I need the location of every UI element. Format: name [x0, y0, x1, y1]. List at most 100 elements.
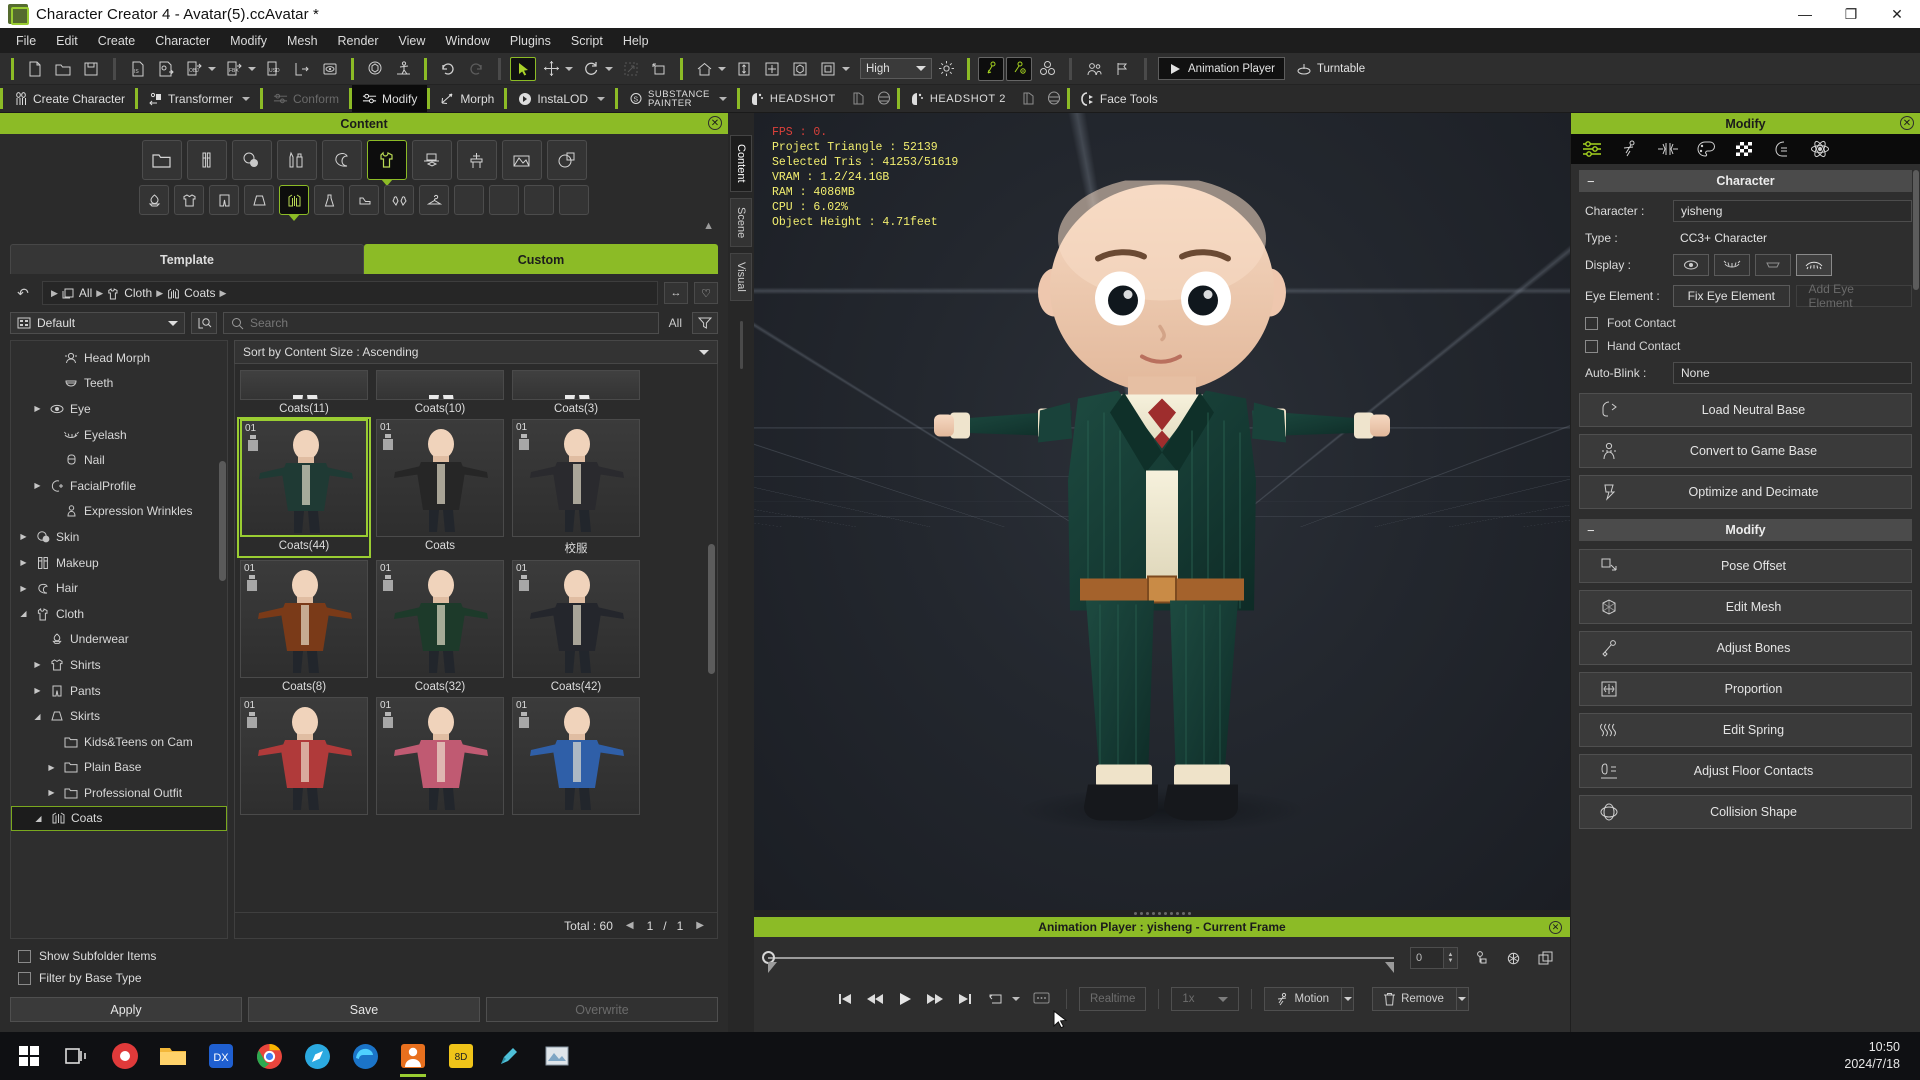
- edge-icon[interactable]: [342, 1034, 388, 1078]
- close-icon[interactable]: ✕: [1900, 116, 1914, 130]
- pose-transfer-icon[interactable]: [390, 57, 416, 81]
- tree-node-plain-base[interactable]: ▶ Plain Base: [11, 755, 227, 781]
- content-item[interactable]: 01 Coats(42): [511, 560, 641, 693]
- twisty-expanded-icon[interactable]: ◢: [17, 609, 30, 618]
- loop-button[interactable]: [982, 987, 1008, 1011]
- remove-button[interactable]: Remove: [1372, 987, 1469, 1011]
- chevron-down-icon[interactable]: [1012, 997, 1020, 1001]
- tab-physics[interactable]: [1802, 136, 1838, 162]
- tab-attribute[interactable]: [1574, 136, 1610, 162]
- dock-tab-visual[interactable]: Visual: [730, 253, 752, 301]
- tree-node-underwear[interactable]: Underwear: [11, 627, 227, 653]
- current-frame-field[interactable]: 0: [1410, 947, 1444, 969]
- chevron-down-icon[interactable]: [565, 67, 573, 71]
- twisty-expanded-icon[interactable]: ◢: [31, 712, 44, 721]
- module-tab-instalod[interactable]: InstaLOD: [507, 85, 615, 112]
- viewport-3d[interactable]: FPS : 0. Project Triangle : 52139 Selected…: [754, 113, 1570, 910]
- face-mesh-icon[interactable]: [1041, 85, 1067, 112]
- menu-view[interactable]: View: [389, 31, 436, 51]
- chevron-down-icon[interactable]: [208, 67, 216, 71]
- sub-dress-icon[interactable]: [314, 185, 344, 215]
- animation-player-button[interactable]: Animation Player: [1158, 57, 1285, 80]
- tab-template[interactable]: Template: [10, 244, 364, 274]
- people-icon[interactable]: [1081, 57, 1107, 81]
- favorite-icon[interactable]: ♡: [694, 282, 718, 304]
- tree-node-eye[interactable]: ▶ Eye: [11, 396, 227, 422]
- character-creator-icon[interactable]: [390, 1034, 436, 1078]
- lock-key-icon[interactable]: [1470, 947, 1492, 969]
- dock-tab-scene[interactable]: Scene: [730, 198, 752, 247]
- content-item[interactable]: Coats(3): [511, 370, 641, 415]
- tree-node-shirts[interactable]: ▶ Shirts: [11, 652, 227, 678]
- display-eye-icon[interactable]: [1673, 254, 1709, 276]
- cat-cosmetics-icon[interactable]: [277, 140, 317, 180]
- back-icon[interactable]: ↶: [10, 282, 36, 304]
- content-thumbnail[interactable]: 01: [512, 419, 640, 537]
- adjust-floor-contacts-button[interactable]: Adjust Floor Contacts: [1579, 754, 1912, 788]
- edit-spring-button[interactable]: Edit Spring: [1579, 713, 1912, 747]
- menu-mesh[interactable]: Mesh: [277, 31, 328, 51]
- cat-scene-icon[interactable]: [502, 140, 542, 180]
- step-forward-button[interactable]: [922, 987, 948, 1011]
- twisty-collapsed-icon[interactable]: ▶: [31, 481, 44, 490]
- tree-node-head-morph[interactable]: Head Morph: [11, 345, 227, 371]
- breadcrumb-coats[interactable]: Coats: [184, 286, 215, 300]
- cat-skin-icon[interactable]: [232, 140, 272, 180]
- show-subfolder-items-row[interactable]: Show Subfolder Items: [18, 949, 268, 963]
- content-item[interactable]: 01 Coats: [375, 419, 505, 556]
- optimize-and-decimate-button[interactable]: Optimize and Decimate: [1579, 475, 1912, 509]
- close-icon[interactable]: ✕: [1549, 921, 1562, 934]
- collapse-icon[interactable]: −: [1587, 174, 1595, 189]
- foot-contact-row[interactable]: Foot Contact: [1579, 316, 1912, 330]
- content-thumbnail[interactable]: 01: [376, 697, 504, 815]
- expand-panel-icon[interactable]: ↔: [664, 282, 688, 304]
- collision-shape-button[interactable]: Collision Shape: [1579, 795, 1912, 829]
- export-usd-icon[interactable]: USD: [261, 57, 287, 81]
- twisty-collapsed-icon[interactable]: ▶: [31, 660, 44, 669]
- sub-shirt-icon[interactable]: [174, 185, 204, 215]
- menu-edit[interactable]: Edit: [46, 31, 88, 51]
- panel-drag-handle[interactable]: [754, 910, 1570, 917]
- twisty-collapsed-icon[interactable]: ▶: [31, 686, 44, 695]
- tree-node-coats[interactable]: ◢ Coats: [11, 806, 227, 832]
- collapse-categories-icon[interactable]: ▲: [0, 220, 728, 236]
- display-eyelash-icon[interactable]: [1714, 254, 1750, 276]
- content-item[interactable]: 01: [239, 697, 369, 818]
- category-tree[interactable]: Head Morph Teeth ▶ Eye Eyelash Nail ▶ FacialPro…: [10, 340, 228, 939]
- screenshot-icon[interactable]: [534, 1034, 580, 1078]
- load-neutral-base-button[interactable]: Load Neutral Base: [1579, 393, 1912, 427]
- content-item[interactable]: Coats(10): [375, 370, 505, 415]
- adjust-bones-button[interactable]: Adjust Bones: [1579, 631, 1912, 665]
- tree-node-makeup[interactable]: ▶ Makeup: [11, 550, 227, 576]
- breadcrumb-cloth[interactable]: Cloth: [124, 286, 152, 300]
- edit-mesh-button[interactable]: Edit Mesh: [1579, 590, 1912, 624]
- module-tab-morph[interactable]: Morph: [430, 85, 504, 112]
- breadcrumb[interactable]: ▶ All ▶ Cloth ▶ Coats ▶: [42, 281, 658, 305]
- content-thumbnail[interactable]: [240, 370, 368, 400]
- fit-all-icon[interactable]: [759, 57, 785, 81]
- home-view-icon[interactable]: [691, 57, 717, 81]
- module-tab-headshot[interactable]: HEADSHOT: [740, 85, 846, 112]
- minimize-button[interactable]: —: [1782, 0, 1828, 28]
- step-back-button[interactable]: [862, 987, 888, 1011]
- play-button[interactable]: [892, 987, 918, 1011]
- export-obj-icon[interactable]: OBJ: [181, 57, 207, 81]
- cat-makeup-brush-icon[interactable]: [187, 140, 227, 180]
- content-item[interactable]: 01: [375, 697, 505, 818]
- modify-panel-scrollbar[interactable]: [1913, 170, 1919, 290]
- filter-by-base-type-checkbox[interactable]: [18, 972, 31, 985]
- next-page-icon[interactable]: ▶: [693, 920, 707, 931]
- menu-modify[interactable]: Modify: [220, 31, 277, 51]
- preset-select[interactable]: Default: [10, 312, 185, 334]
- save-button[interactable]: Save: [248, 997, 480, 1022]
- jump-to-start-button[interactable]: [832, 987, 858, 1011]
- chevron-down-icon[interactable]: [242, 97, 250, 101]
- filter-funnel-icon[interactable]: [692, 312, 718, 334]
- chevron-down-icon[interactable]: [719, 97, 727, 101]
- content-thumbnail[interactable]: 01: [240, 560, 368, 678]
- chevron-down-icon[interactable]: [718, 67, 726, 71]
- module-tab-modify[interactable]: Modify: [352, 85, 427, 112]
- recorder-icon[interactable]: [102, 1034, 148, 1078]
- taskbar-clock[interactable]: 10:50 2024/7/18: [1844, 1039, 1914, 1073]
- tree-node-pants[interactable]: ▶ Pants: [11, 678, 227, 704]
